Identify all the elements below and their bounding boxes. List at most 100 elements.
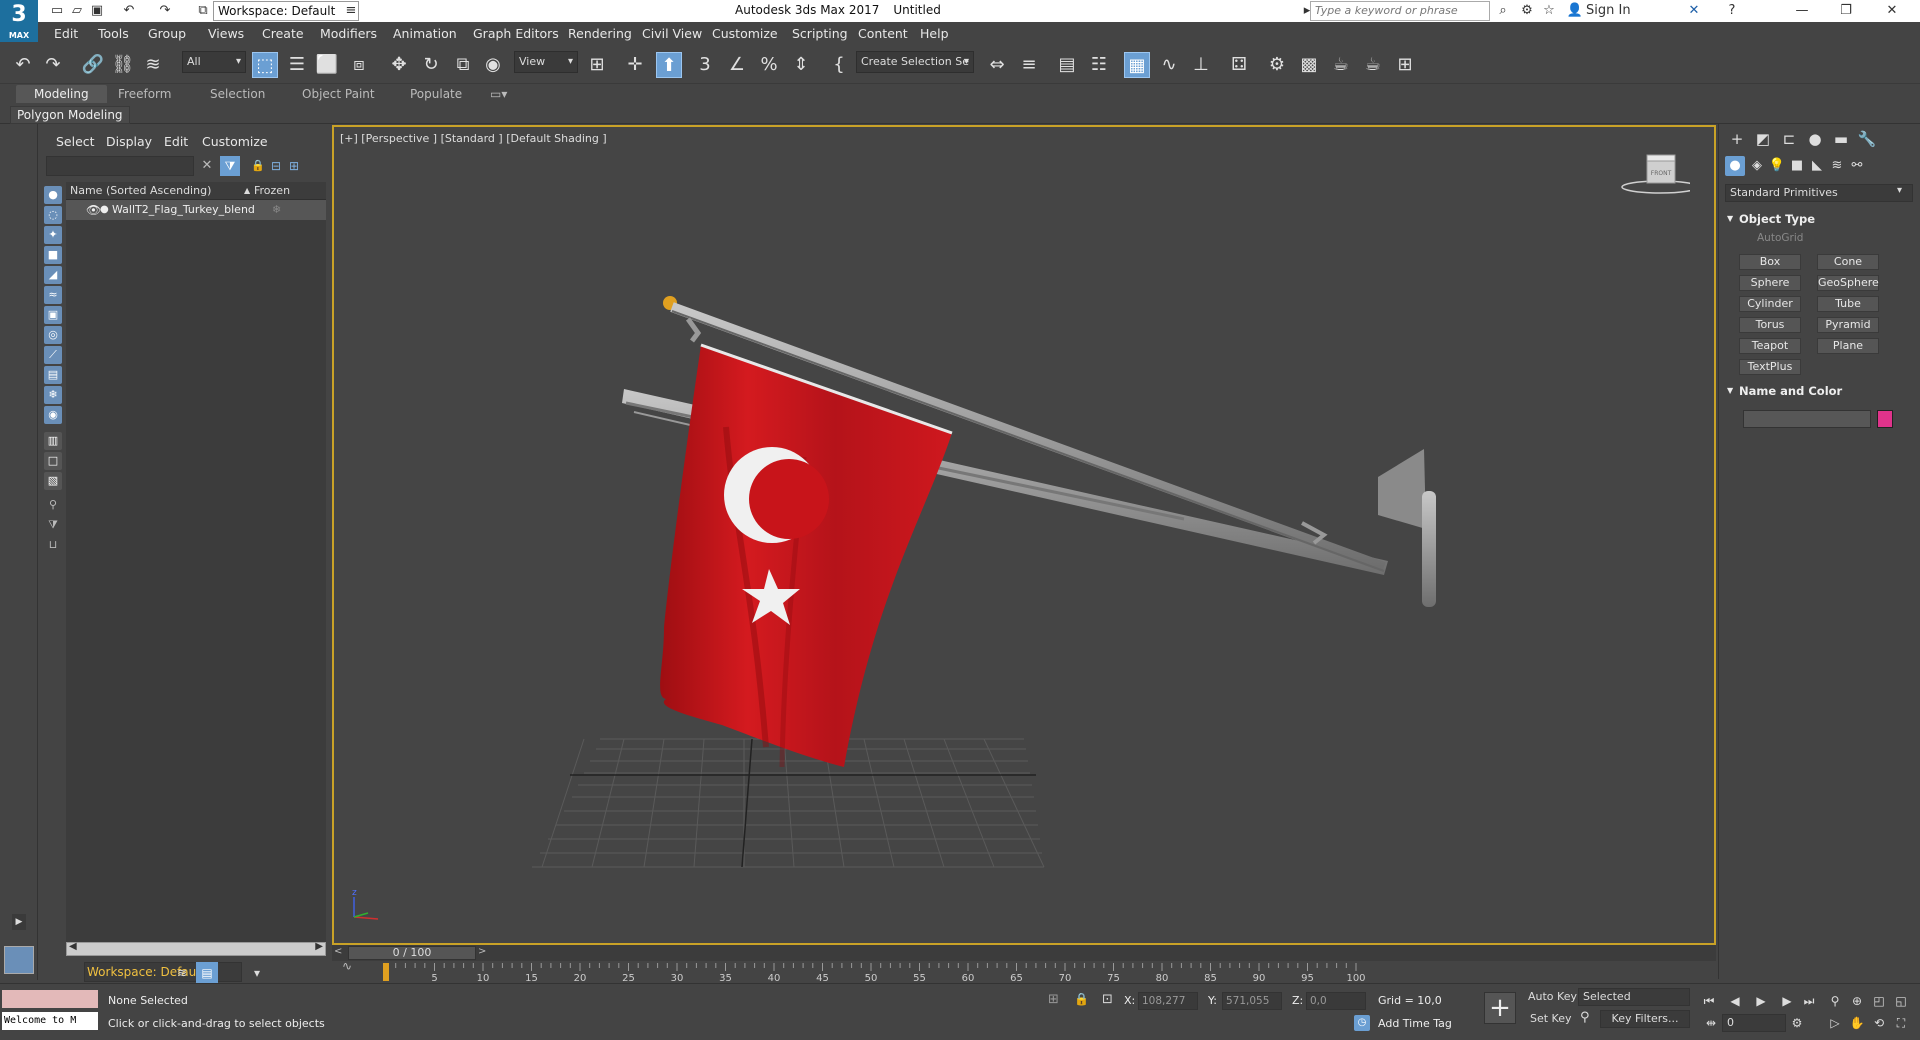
key-mode-toggle-icon[interactable]: ⇹ <box>1702 1014 1720 1032</box>
selection-filter-dropdown[interactable]: All <box>182 51 246 73</box>
spinner-snap-icon[interactable]: ⇕ <box>788 52 814 78</box>
perspective-viewport[interactable]: [+] [Perspective ] [Standard ] [Default … <box>332 125 1716 945</box>
auto-key-button[interactable]: Auto Key <box>1528 988 1577 1006</box>
window-crossing-icon[interactable]: ⧈ <box>346 52 372 78</box>
geometry-category-icon[interactable]: ● <box>1725 156 1745 176</box>
time-prev-icon[interactable]: < <box>334 946 342 957</box>
pan-view-icon[interactable]: ✋ <box>1848 1014 1866 1032</box>
sign-in-link[interactable]: Sign In <box>1586 2 1666 20</box>
render-iterative-icon[interactable]: ☕ <box>1360 52 1386 78</box>
exchange-icon[interactable]: ✕ <box>1684 2 1704 20</box>
box-button[interactable]: Box <box>1739 254 1801 270</box>
viewport-layout-tab[interactable] <box>4 946 34 974</box>
curve-editor-mini-icon[interactable]: ∿ <box>342 959 352 973</box>
sphere-button[interactable]: Sphere <box>1739 275 1801 291</box>
viewcube[interactable]: FRONT <box>1620 153 1690 198</box>
menu-content[interactable]: Content <box>858 26 908 41</box>
menu-views[interactable]: Views <box>208 26 244 41</box>
scroll-right-icon[interactable]: ▶ <box>315 941 323 952</box>
time-slider[interactable]: < 0 / 100 > <box>332 945 1716 961</box>
explorer-menu-select[interactable]: Select <box>56 134 95 149</box>
selection-set-icon[interactable]: ⊔ <box>44 536 62 554</box>
textplus-button[interactable]: TextPlus <box>1739 359 1801 375</box>
key-mode-dropdown[interactable]: Selected <box>1578 988 1690 1006</box>
track-bar[interactable]: 5 10 15 20 25 30 35 40 45 50 55 60 65 70 75 80 85 90 95 100… <box>332 959 1716 983</box>
angle-snap-icon[interactable]: ∠ <box>724 52 750 78</box>
workspace-selector[interactable]: Workspace: Default <box>213 1 359 21</box>
absolute-mode-icon[interactable]: ⊡ <box>1102 992 1113 1007</box>
orbit-icon[interactable]: ⟲ <box>1870 1014 1888 1032</box>
display-containers-icon[interactable]: ▤ <box>44 366 62 384</box>
bind-spacewarp-icon[interactable]: ≋ <box>140 52 166 78</box>
filter-funnel-icon[interactable]: ⧩ <box>44 516 62 534</box>
current-frame-marker[interactable] <box>383 963 389 981</box>
lights-category-icon[interactable]: 💡 <box>1767 156 1787 176</box>
selection-region-icon[interactable]: ⬜ <box>314 52 340 78</box>
spacewarps-category-icon[interactable]: ≋ <box>1827 156 1847 176</box>
add-time-tag-button[interactable]: Add Time Tag <box>1378 1017 1452 1030</box>
frozen-snowflake-icon[interactable]: ❄ <box>272 200 281 220</box>
align-icon[interactable]: ≡ <box>1016 52 1042 78</box>
restore-button[interactable]: ❐ <box>1834 2 1858 20</box>
minimize-button[interactable]: — <box>1790 2 1814 20</box>
torus-button[interactable]: Torus <box>1739 317 1801 333</box>
zoom-extents-icon[interactable]: ◰ <box>1870 992 1888 1010</box>
create-tab-icon[interactable]: + <box>1725 128 1749 150</box>
display-all-icon[interactable]: ▥ <box>44 432 62 450</box>
column-name-header[interactable]: Name (Sorted Ascending) <box>70 182 211 200</box>
utilities-tab-icon[interactable]: 🔧 <box>1855 128 1879 150</box>
explorer-search-input[interactable] <box>46 156 194 176</box>
go-to-start-icon[interactable]: ⏮ <box>1700 992 1718 1010</box>
menu-civil-view[interactable]: Civil View <box>642 26 702 41</box>
render-dot-icon[interactable]: ● <box>100 200 109 220</box>
field-of-view-icon[interactable]: ▷ <box>1826 1014 1844 1032</box>
set-key-plus-icon[interactable]: + <box>1484 992 1516 1024</box>
visibility-eye-icon[interactable]: 👁 <box>86 200 101 220</box>
snaps-toggle-icon[interactable]: 3 <box>692 52 718 78</box>
favorites-icon[interactable]: ☆ <box>1540 2 1558 20</box>
cylinder-button[interactable]: Cylinder <box>1739 296 1801 312</box>
mirror-icon[interactable]: ⇔ <box>984 52 1010 78</box>
render-production-icon[interactable]: ☕ <box>1328 52 1354 78</box>
project-icon[interactable]: ⧉ <box>194 2 212 20</box>
selection-lock-icon[interactable]: 🔒 <box>1074 992 1089 1006</box>
explorer-menu-edit[interactable]: Edit <box>164 134 188 149</box>
ribbon-options-icon[interactable]: ▭▾ <box>490 87 507 101</box>
select-by-name-icon[interactable]: ☰ <box>284 52 310 78</box>
toggle-scene-explorer-icon[interactable]: ▦ <box>1124 52 1150 78</box>
menu-group[interactable]: Group <box>148 26 186 41</box>
user-icon[interactable]: 👤 <box>1566 2 1584 20</box>
zoom-icon[interactable]: ⚲ <box>1826 992 1844 1010</box>
explorer-dropdown-icon[interactable]: ▾ <box>248 964 266 982</box>
select-object-icon[interactable]: ⬚ <box>252 52 278 78</box>
maxscript-listener-input[interactable] <box>2 990 98 1008</box>
app-logo[interactable]: 3 MAX <box>0 0 38 42</box>
explorer-workspace-selector[interactable]: Workspace: Default <box>84 962 242 982</box>
display-lights-icon[interactable]: ✦ <box>44 226 62 244</box>
workspace-menu-icon[interactable]: ≡ <box>342 2 360 20</box>
menu-create[interactable]: Create <box>262 26 304 41</box>
reference-coordinate-dropdown[interactable]: View <box>514 51 578 73</box>
select-manipulate-icon[interactable]: ✛ <box>622 52 648 78</box>
previous-frame-icon[interactable]: ◀ <box>1726 992 1744 1010</box>
scene-explorer-icon[interactable]: ▤ <box>1054 52 1080 78</box>
explorer-menu-customize[interactable]: Customize <box>202 134 268 149</box>
scale-icon[interactable]: ⧉ <box>450 52 476 78</box>
display-cameras-icon[interactable]: ■ <box>44 246 62 264</box>
display-geometry-icon[interactable]: ● <box>44 186 62 204</box>
menu-modifiers[interactable]: Modifiers <box>320 26 377 41</box>
link-icon[interactable]: 🔗 <box>80 52 106 78</box>
polygon-modeling-panel[interactable]: Polygon Modeling <box>10 106 130 124</box>
tab-modeling[interactable]: Modeling <box>16 85 107 103</box>
time-slider-thumb[interactable]: 0 / 100 <box>348 946 476 960</box>
teapot-button[interactable]: Teapot <box>1739 338 1801 354</box>
named-selection-icon[interactable]: { <box>826 52 852 78</box>
display-shapes-icon[interactable]: ◌ <box>44 206 62 224</box>
hierarchy-tab-icon[interactable]: ⊏ <box>1777 128 1801 150</box>
pivot-center-icon[interactable]: ⊞ <box>584 52 610 78</box>
layer-explorer-toggle-icon[interactable]: ≋ <box>172 964 192 982</box>
curve-editor-icon[interactable]: ∿ <box>1156 52 1182 78</box>
material-editor-icon[interactable]: ⚃ <box>1226 52 1252 78</box>
percent-snap-icon[interactable]: % <box>756 52 782 78</box>
object-category-dropdown[interactable]: Standard Primitives <box>1725 184 1913 202</box>
